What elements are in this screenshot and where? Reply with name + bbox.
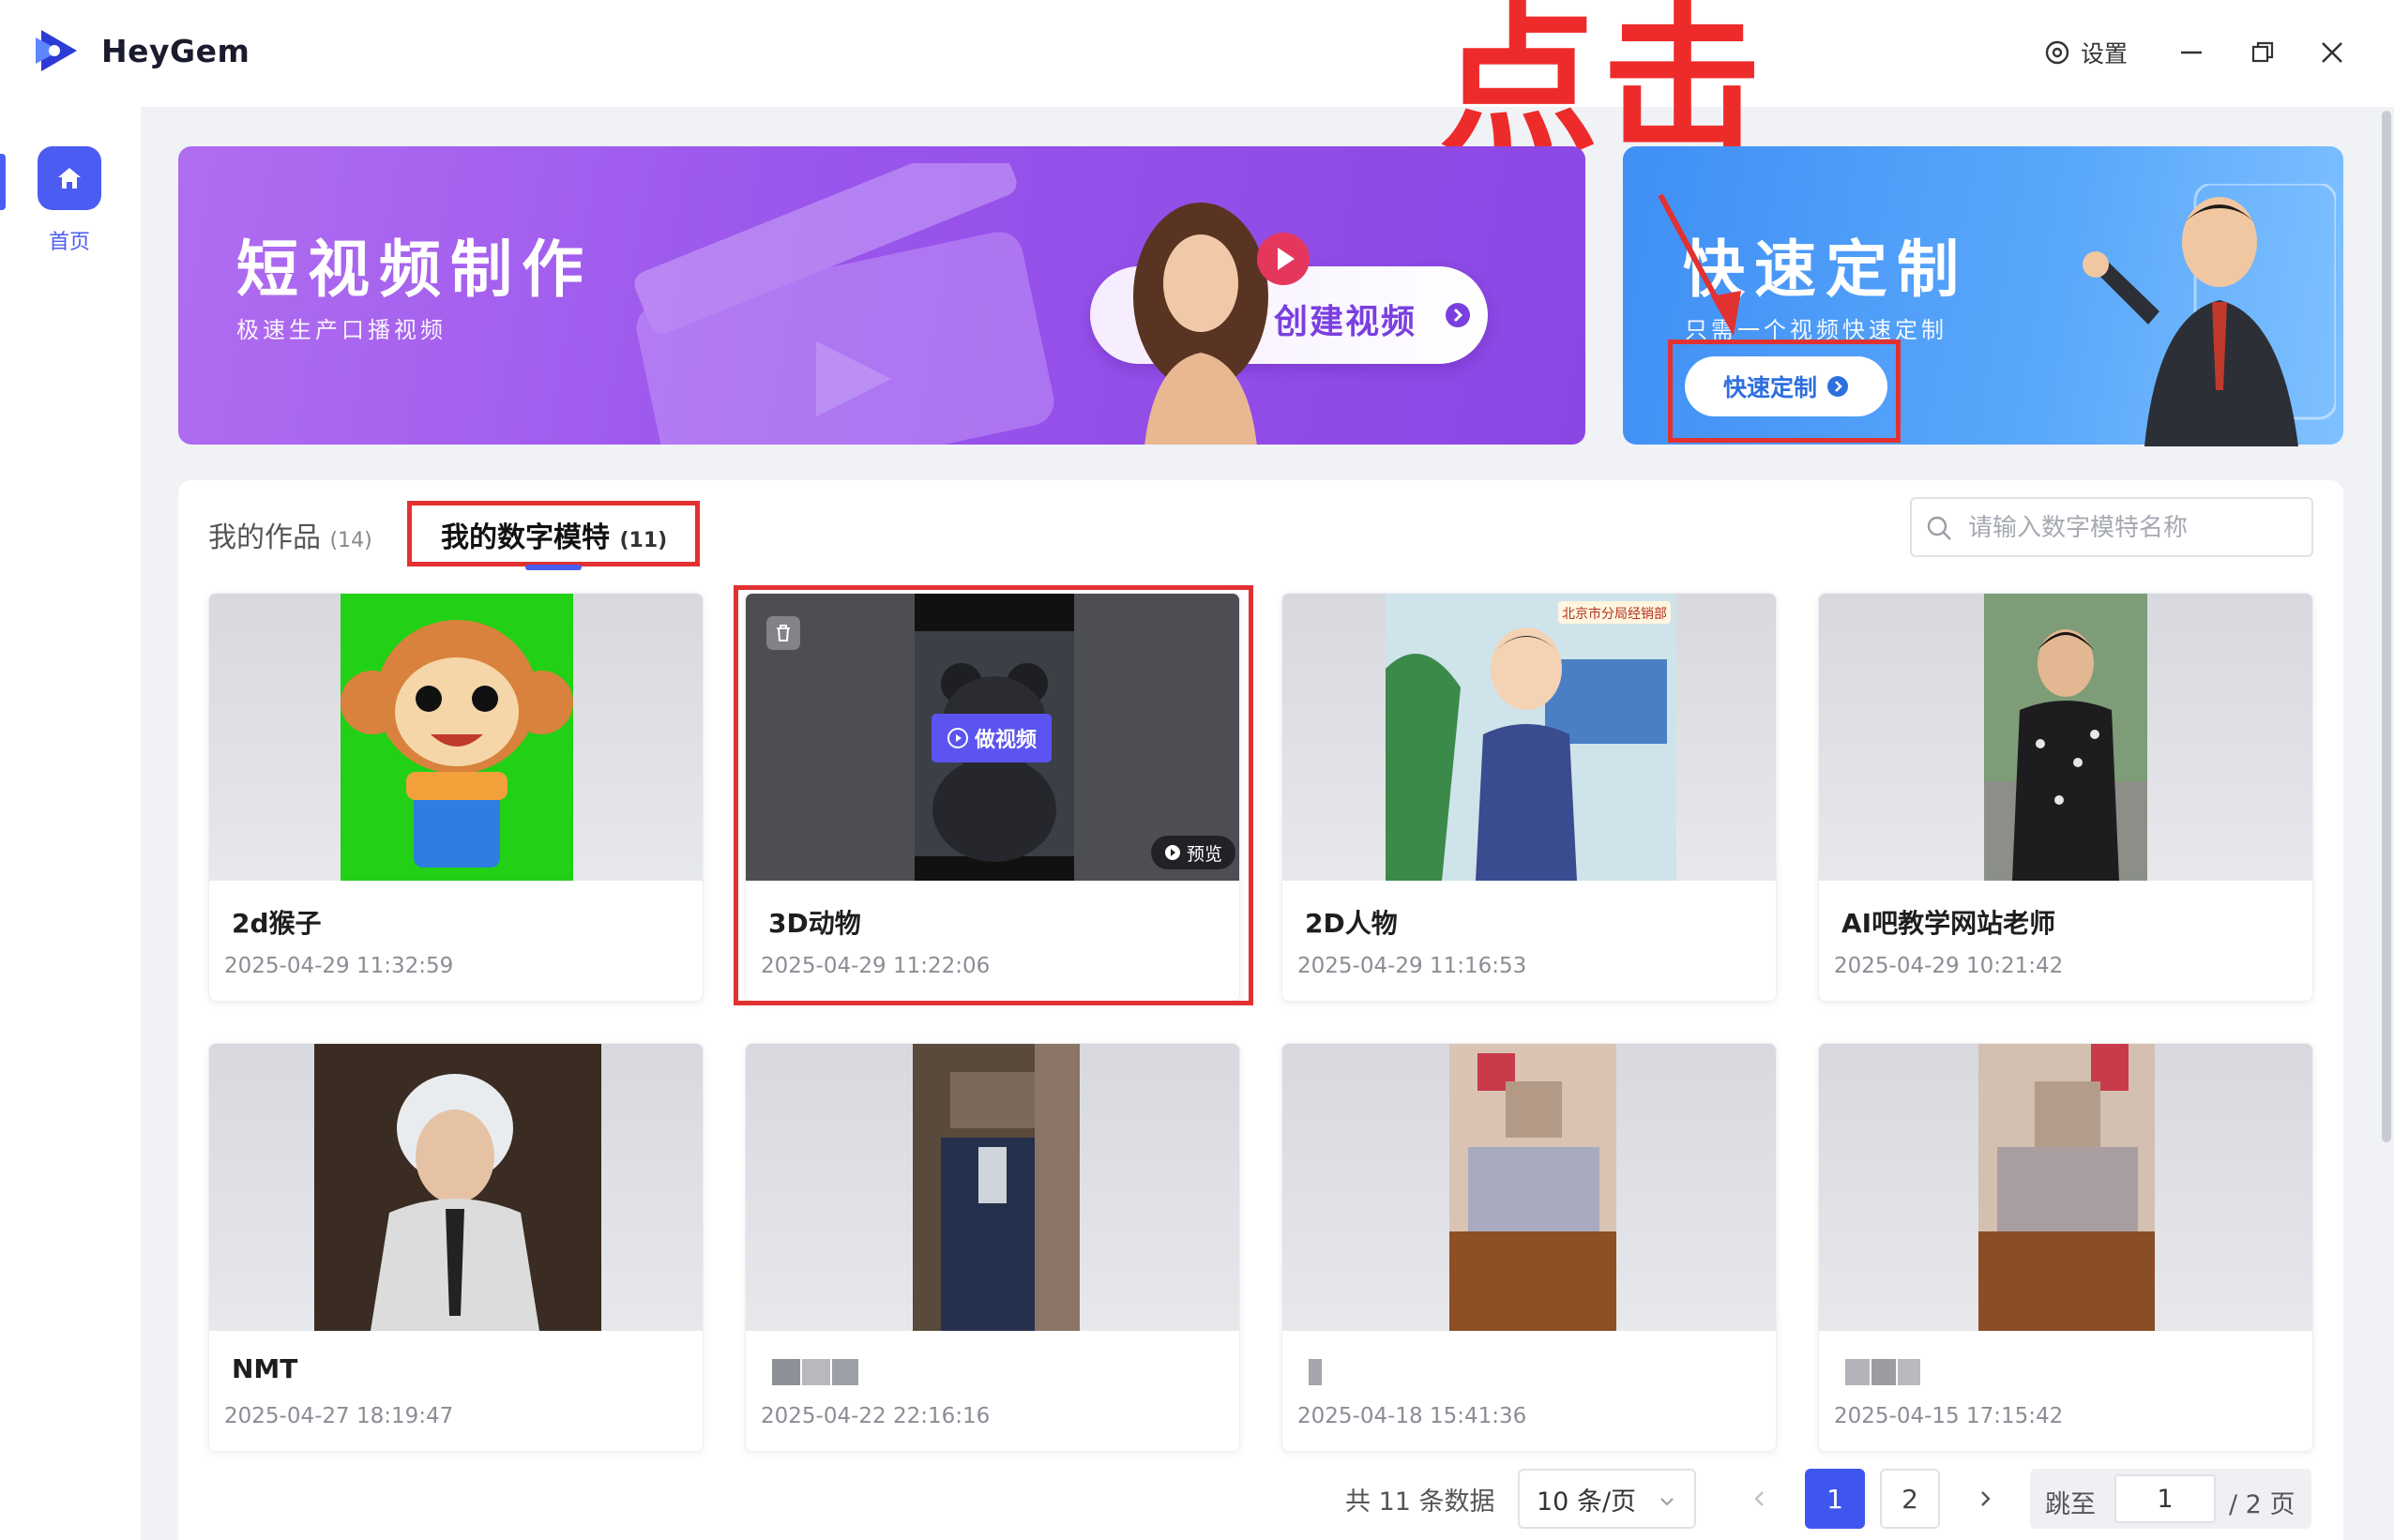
close-icon [2322, 42, 2342, 63]
chevron-left-icon [1754, 1491, 1764, 1506]
create-video-label: 创建视频 [1274, 303, 1417, 341]
model-date: 2025-04-29 11:16:53 [1297, 954, 1527, 978]
model-card[interactable]: 2025-04-15 17:15:42 [1818, 1043, 2313, 1452]
banner-video-subtitle: 极速生产口播视频 [236, 317, 447, 343]
next-page-button[interactable] [1955, 1469, 2015, 1529]
banner-short-video[interactable]: 短视频制作 极速生产口播视频 创建视频 [178, 146, 1585, 445]
app-logo-icon [36, 30, 77, 71]
model-card[interactable]: NMT 2025-04-27 18:19:47 [208, 1043, 704, 1452]
settings-button[interactable]: 设置 [2043, 28, 2128, 77]
search-icon [1927, 516, 1951, 540]
model-thumbnail[interactable]: 北京市分局经销部 [1282, 594, 1776, 881]
minimize-icon [2181, 51, 2202, 54]
page-jump-total: / 2 页 [2229, 1490, 2296, 1519]
model-name: 2D人物 [1305, 908, 1398, 939]
restore-button[interactable] [2238, 28, 2287, 77]
page-button-1[interactable]: 1 [1805, 1469, 1865, 1529]
close-button[interactable] [2308, 28, 2356, 77]
model-thumbnail[interactable] [1282, 1044, 1776, 1331]
model-thumbnail[interactable] [746, 1044, 1239, 1331]
page-jump-input[interactable] [2114, 1474, 2216, 1523]
page-jump-label: 跳至 [2045, 1490, 2096, 1519]
page-size-value: 10 条/页 [1537, 1487, 1637, 1517]
title-bar: HeyGem 设置 [0, 0, 2394, 107]
page-size-select[interactable]: 10 条/页 [1518, 1469, 1696, 1529]
active-tab-underline [525, 565, 582, 570]
model-name: AI吧教学网站老师 [1841, 908, 2056, 939]
page-button-2[interactable]: 2 [1880, 1469, 1940, 1529]
tab-my-works-count: (14) [329, 529, 372, 552]
model-date: 2025-04-18 15:41:36 [1297, 1404, 1527, 1428]
clapperboard-illustration [634, 163, 1054, 445]
model-search[interactable] [1910, 497, 2313, 557]
monkey-cartoon-image [341, 594, 573, 881]
pixelated-person-image [1978, 1044, 2155, 1331]
annotation-click-text: 点击 [1439, 0, 1766, 174]
app-name: HeyGem [101, 32, 250, 69]
sidebar-item-home[interactable] [38, 146, 101, 210]
restore-icon [2251, 41, 2274, 63]
model-name-blurred [1309, 1359, 1322, 1387]
annotation-box-model-card [734, 585, 1253, 1005]
tab-my-works-label: 我的作品 [208, 521, 321, 554]
model-name-blurred [772, 1359, 858, 1387]
presenter-man-image [2083, 184, 2336, 446]
annotation-box-quick-custom [1668, 340, 1901, 443]
banner-video-title: 短视频制作 [236, 234, 593, 306]
model-thumbnail[interactable] [209, 1044, 703, 1331]
settings-label: 设置 [2081, 40, 2129, 68]
model-name: NMT [232, 1353, 298, 1384]
model-name: 2d猴子 [232, 908, 322, 939]
model-card[interactable]: AI吧教学网站老师 2025-04-29 10:21:42 [1818, 593, 2313, 1002]
model-card[interactable]: 北京市分局经销部 2D人物 2025-04-29 11:16:53 [1281, 593, 1777, 1002]
model-name-blurred [1845, 1359, 1920, 1387]
model-date: 2025-04-27 18:19:47 [224, 1404, 454, 1428]
scrollbar-thumb[interactable] [2382, 111, 2391, 1142]
annotation-box-models-tab [407, 501, 700, 566]
tab-my-works[interactable]: 我的作品 (14) [208, 514, 372, 555]
shop-sign-text: 北京市分局经销部 [1562, 606, 1667, 622]
model-date: 2025-04-15 17:15:42 [1834, 1404, 2064, 1428]
model-date: 2025-04-22 22:16:16 [761, 1404, 991, 1428]
model-date: 2025-04-29 10:21:42 [1834, 954, 2064, 978]
chevron-down-icon [1660, 1498, 1674, 1506]
model-thumbnail[interactable] [209, 594, 703, 881]
model-thumbnail[interactable] [1819, 594, 2312, 881]
model-card[interactable]: 2025-04-22 22:16:16 [745, 1043, 1240, 1452]
cartoon-man-image: 北京市分局经销部 [1386, 594, 1676, 881]
page-jump: 跳至 / 2 页 [2030, 1469, 2311, 1529]
teacher-photo-image [1984, 594, 2147, 881]
annotation-arrow-icon [1658, 193, 1741, 336]
white-hair-man-image [314, 1044, 601, 1331]
pixelated-person-image [1449, 1044, 1616, 1331]
sidebar-active-indicator [0, 154, 6, 210]
presenter-woman-image [1133, 203, 1268, 445]
model-search-input[interactable] [1968, 506, 2306, 550]
pagination-total: 共 11 条数据 [1345, 1487, 1495, 1517]
gear-icon [2045, 40, 2069, 65]
prev-page-button[interactable] [1730, 1469, 1790, 1529]
model-card[interactable]: 2025-04-18 15:41:36 [1281, 1043, 1777, 1452]
play-icon [1257, 233, 1310, 285]
arrow-right-circle-icon [1446, 303, 1470, 327]
model-card[interactable]: 2d猴子 2025-04-29 11:32:59 [208, 593, 704, 1002]
minimize-button[interactable] [2167, 28, 2216, 77]
sidebar: 首页 [0, 107, 141, 1540]
pixelated-person-image [913, 1044, 1080, 1331]
sidebar-item-home-label: 首页 [48, 231, 90, 254]
model-date: 2025-04-29 11:32:59 [224, 954, 454, 978]
model-thumbnail[interactable] [1819, 1044, 2312, 1331]
home-icon [58, 168, 81, 189]
chevron-right-icon [1981, 1491, 1991, 1506]
app-brand: HeyGem [32, 24, 250, 77]
